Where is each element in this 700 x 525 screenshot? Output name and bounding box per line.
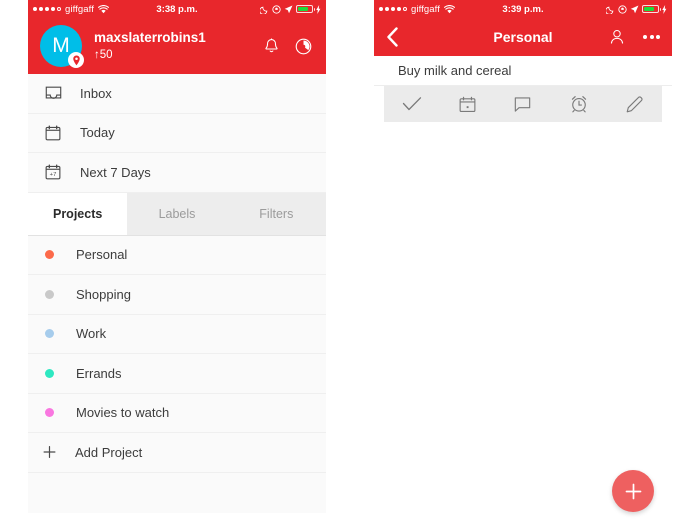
- task-title: Buy milk and cereal: [398, 63, 512, 78]
- pencil-icon: [626, 95, 643, 113]
- add-task-fab[interactable]: [612, 470, 654, 512]
- project-item-movies-to-watch[interactable]: Movies to watch: [28, 393, 326, 433]
- do-not-disturb-moon-icon: [260, 5, 269, 14]
- karma-label: ↑50: [94, 48, 113, 61]
- plus-icon: [624, 482, 643, 501]
- project-item-errands[interactable]: Errands: [28, 354, 326, 394]
- sidebar-item-label: Next 7 Days: [80, 164, 151, 180]
- signal-dots-icon: [33, 7, 61, 11]
- rotation-lock-icon: [272, 4, 281, 14]
- project-item-label: Shopping: [76, 286, 131, 302]
- checkmark-icon: [402, 96, 422, 112]
- sidebar-item-next-7-days[interactable]: +7 Next 7 Days: [28, 153, 326, 193]
- svg-text:+7: +7: [50, 172, 57, 178]
- charging-bolt-icon: [316, 4, 321, 14]
- location-pin-badge-icon: [68, 52, 84, 68]
- screenshot-stage: giffgaff 3:38 p.m. M maxslaterrobins1 ↑5…: [0, 0, 700, 525]
- sidebar-item-label: Inbox: [80, 85, 112, 101]
- charging-bolt-icon: [662, 4, 667, 14]
- header-icon-group: [264, 38, 312, 55]
- edit-task-button[interactable]: [606, 86, 662, 122]
- project-item-label: Work: [76, 326, 107, 342]
- status-bar-left-group: giffgaff: [33, 4, 109, 15]
- rotation-lock-icon: [618, 4, 627, 14]
- project-item-label: Errands: [76, 365, 122, 381]
- project-item-work[interactable]: Work: [28, 314, 326, 354]
- gear-icon[interactable]: [295, 38, 312, 55]
- bell-icon[interactable]: [264, 38, 279, 55]
- schedule-task-button[interactable]: [440, 86, 496, 122]
- add-project-button[interactable]: Add Project: [28, 433, 326, 473]
- sidebar-tabs: Projects Labels Filters: [28, 192, 326, 236]
- status-bar-right: giffgaff 3:39 p.m.: [374, 0, 672, 18]
- project-nav-bar: Personal: [374, 18, 672, 56]
- status-bar-left: giffgaff 3:38 p.m.: [28, 0, 326, 18]
- project-color-dot: [45, 289, 54, 299]
- project-color-dot: [45, 368, 54, 378]
- tab-projects[interactable]: Projects: [28, 192, 128, 235]
- more-options-dots-icon[interactable]: [643, 35, 660, 39]
- location-arrow-icon: [630, 5, 639, 14]
- project-item-personal[interactable]: Personal: [28, 235, 326, 275]
- reminder-task-button[interactable]: [551, 86, 607, 122]
- projects-list: Personal Shopping Work Errands Movies to…: [28, 235, 326, 513]
- add-person-icon[interactable]: [609, 29, 625, 45]
- wifi-icon: [97, 4, 109, 14]
- do-not-disturb-moon-icon: [606, 5, 615, 14]
- project-color-dot: [45, 250, 54, 260]
- projects-list-filler: [28, 472, 326, 513]
- carrier-label: giffgaff: [411, 3, 440, 15]
- project-item-label: Personal: [76, 247, 128, 263]
- status-bar-right-group: [606, 4, 667, 14]
- battery-icon: [642, 5, 661, 13]
- back-chevron-icon[interactable]: [386, 27, 399, 47]
- status-bar-left-group: giffgaff: [379, 4, 455, 15]
- calendar-icon: [43, 125, 63, 141]
- right-phone-panel: giffgaff 3:39 p.m. Personal Buy milk and…: [374, 0, 672, 525]
- user-meta: maxslaterrobins1 ↑50: [94, 30, 264, 63]
- signal-dots-icon: [379, 7, 407, 11]
- calendar-icon: [459, 96, 476, 113]
- avatar[interactable]: M: [40, 25, 84, 68]
- sidebar-item-today[interactable]: Today: [28, 113, 326, 153]
- user-header[interactable]: M maxslaterrobins1 ↑50: [28, 18, 326, 74]
- left-phone-panel: giffgaff 3:38 p.m. M maxslaterrobins1 ↑5…: [28, 0, 326, 525]
- wifi-icon: [443, 4, 455, 14]
- tab-labels[interactable]: Labels: [127, 193, 226, 235]
- status-bar-right-group: [260, 4, 321, 14]
- project-color-dot: [45, 329, 54, 339]
- comment-task-button[interactable]: [495, 86, 551, 122]
- sidebar-item-inbox[interactable]: Inbox: [28, 74, 326, 114]
- location-arrow-icon: [284, 5, 293, 14]
- sidebar-item-label: Today: [80, 125, 115, 141]
- navigation-list: Inbox Today +7 Next 7 Days: [28, 74, 326, 193]
- complete-task-button[interactable]: [384, 86, 440, 122]
- username-label: maxslaterrobins1: [94, 29, 206, 45]
- tab-filters[interactable]: Filters: [227, 193, 326, 235]
- carrier-label: giffgaff: [65, 3, 94, 15]
- project-item-shopping[interactable]: Shopping: [28, 275, 326, 315]
- alarm-clock-icon: [570, 95, 588, 113]
- task-action-bar: [384, 86, 662, 122]
- inbox-tray-icon: [43, 86, 63, 101]
- calendar-next-7-days-icon: +7: [43, 164, 63, 180]
- comment-bubble-icon: [514, 96, 531, 113]
- task-item[interactable]: Buy milk and cereal: [374, 56, 672, 86]
- battery-icon: [296, 5, 315, 13]
- plus-icon: [43, 445, 56, 459]
- add-project-label: Add Project: [75, 444, 143, 460]
- project-color-dot: [45, 408, 54, 418]
- nav-bar-actions: [609, 29, 660, 45]
- project-item-label: Movies to watch: [76, 405, 170, 421]
